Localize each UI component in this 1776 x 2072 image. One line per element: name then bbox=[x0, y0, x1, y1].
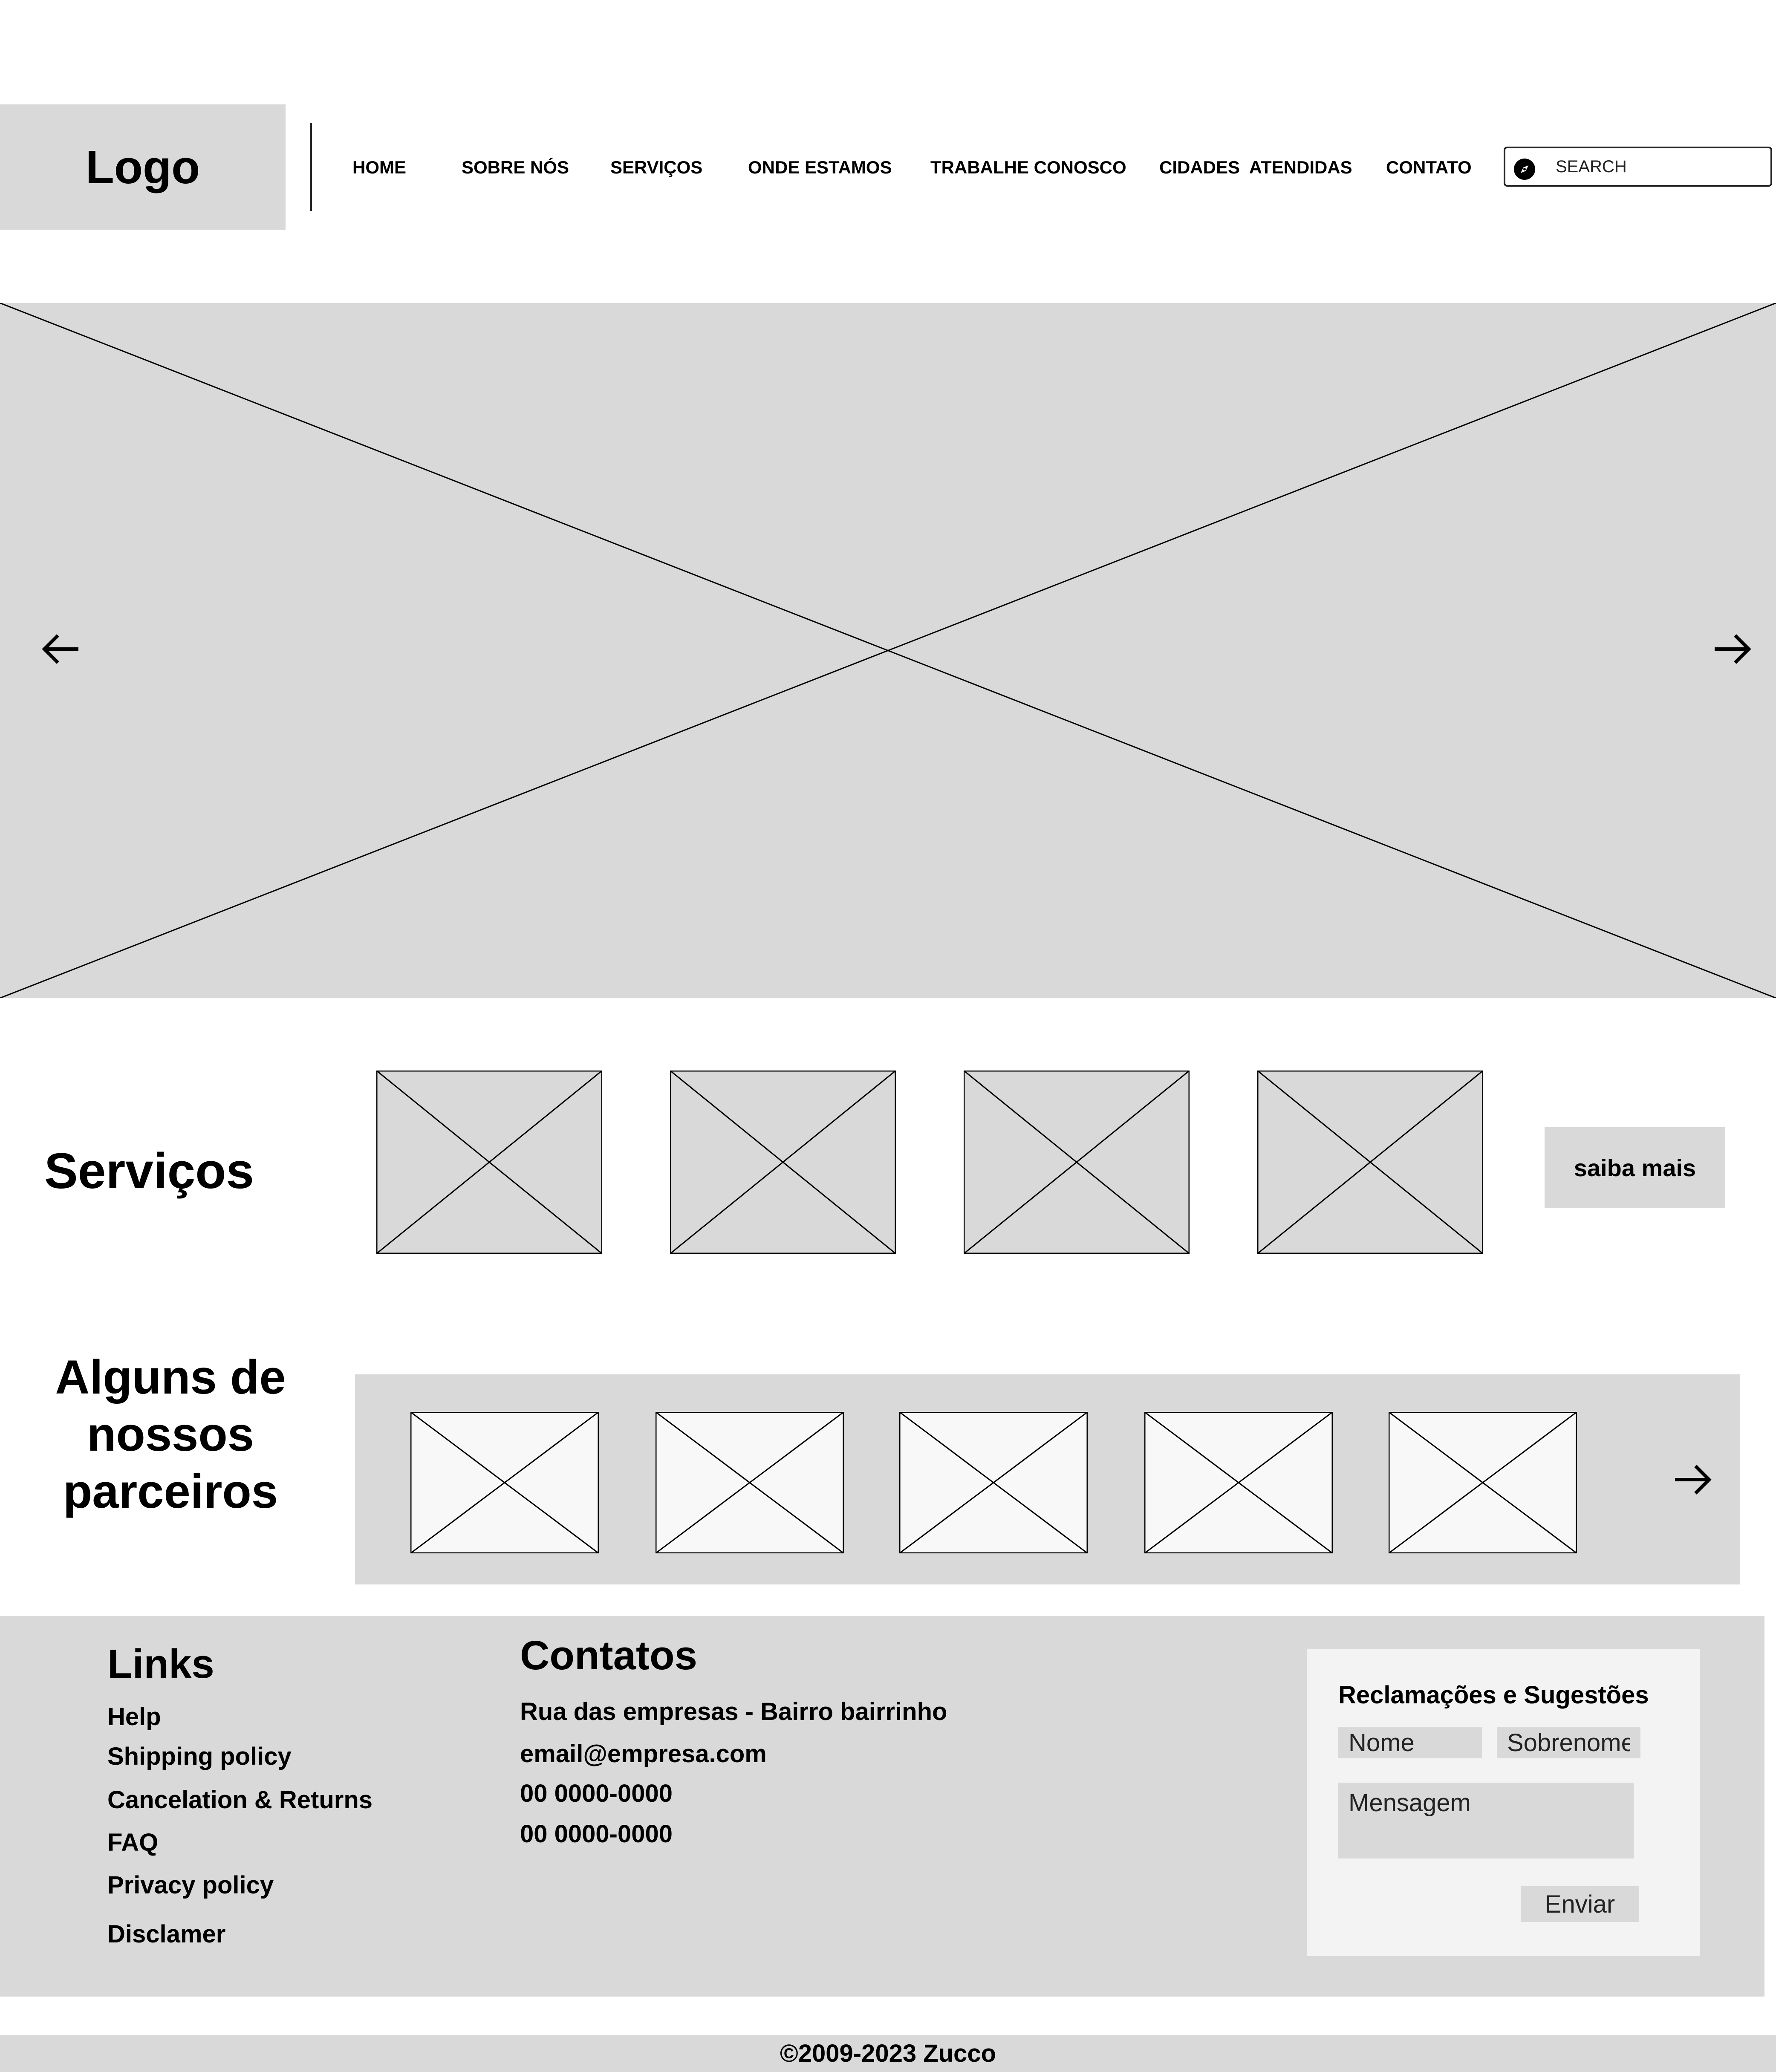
compass-icon[interactable] bbox=[1513, 158, 1536, 181]
send-button[interactable]: Enviar bbox=[1521, 1886, 1639, 1922]
arrow-right-icon[interactable] bbox=[1672, 1459, 1712, 1500]
logo[interactable]: Logo bbox=[0, 104, 286, 230]
nav-contato[interactable]: CONTATO bbox=[1386, 156, 1472, 179]
nav-sobre-nos[interactable]: SOBRE NÓS bbox=[462, 156, 569, 179]
hero-banner bbox=[0, 303, 1776, 998]
nav-home[interactable]: HOME bbox=[352, 156, 406, 179]
last-name-input[interactable] bbox=[1497, 1727, 1640, 1758]
first-name-input[interactable] bbox=[1338, 1727, 1482, 1758]
links-title: Links bbox=[107, 1641, 214, 1687]
nav-trabalhe-conosco[interactable]: TRABALHE CONOSCO bbox=[930, 156, 1126, 179]
nav-cidades-atendidas[interactable]: CIDADES ATENDIDAS bbox=[1159, 156, 1352, 179]
contacts-title: Contatos bbox=[520, 1633, 697, 1678]
footer-link-cancelation-returns[interactable]: Cancelation & Returns bbox=[107, 1786, 373, 1814]
partner-logo-placeholder[interactable] bbox=[656, 1412, 844, 1553]
partner-logo-placeholder[interactable] bbox=[899, 1412, 1088, 1553]
partner-logo-placeholder[interactable] bbox=[1144, 1412, 1333, 1553]
service-image-placeholder[interactable] bbox=[964, 1071, 1190, 1254]
contact-email[interactable]: email@empresa.com bbox=[520, 1740, 767, 1768]
feedback-title: Reclamações e Sugestões bbox=[1338, 1681, 1649, 1709]
service-image-placeholder[interactable] bbox=[1257, 1071, 1483, 1254]
service-image-placeholder[interactable] bbox=[670, 1071, 896, 1254]
services-title: Serviços bbox=[44, 1143, 254, 1199]
contact-phone[interactable]: 00 0000-0000 bbox=[520, 1820, 673, 1848]
footer-link-shipping-policy[interactable]: Shipping policy bbox=[107, 1742, 292, 1771]
arrow-left-icon[interactable] bbox=[41, 629, 82, 670]
partner-logo-placeholder[interactable] bbox=[1389, 1412, 1577, 1553]
copyright-text: ©2009-2023 Zucco bbox=[780, 2040, 996, 2067]
contact-phone[interactable]: 00 0000-0000 bbox=[520, 1779, 673, 1808]
logo-text: Logo bbox=[85, 141, 200, 193]
saiba-mais-button[interactable]: saiba mais bbox=[1545, 1127, 1725, 1208]
header-divider bbox=[310, 123, 312, 211]
service-image-placeholder[interactable] bbox=[376, 1071, 602, 1254]
partner-logo-placeholder[interactable] bbox=[410, 1412, 599, 1553]
search-input[interactable] bbox=[1556, 153, 1760, 180]
contact-address: Rua das empresas - Bairro bairrinho bbox=[520, 1698, 947, 1726]
footer-link-faq[interactable]: FAQ bbox=[107, 1828, 158, 1857]
nav-onde-estamos[interactable]: ONDE ESTAMOS bbox=[748, 156, 892, 179]
footer-link-disclamer[interactable]: Disclamer bbox=[107, 1920, 225, 1948]
message-input[interactable] bbox=[1338, 1783, 1634, 1858]
nav-servicos[interactable]: SERVIÇOS bbox=[610, 156, 702, 179]
copyright-bar: ©2009-2023 Zucco bbox=[0, 2035, 1776, 2072]
partners-title: Alguns de nossos parceiros bbox=[55, 1351, 286, 1518]
hero-image-placeholder bbox=[0, 303, 1776, 998]
footer-link-privacy-policy[interactable]: Privacy policy bbox=[107, 1871, 274, 1899]
footer-link-help[interactable]: Help bbox=[107, 1703, 161, 1731]
arrow-right-icon[interactable] bbox=[1711, 629, 1752, 670]
